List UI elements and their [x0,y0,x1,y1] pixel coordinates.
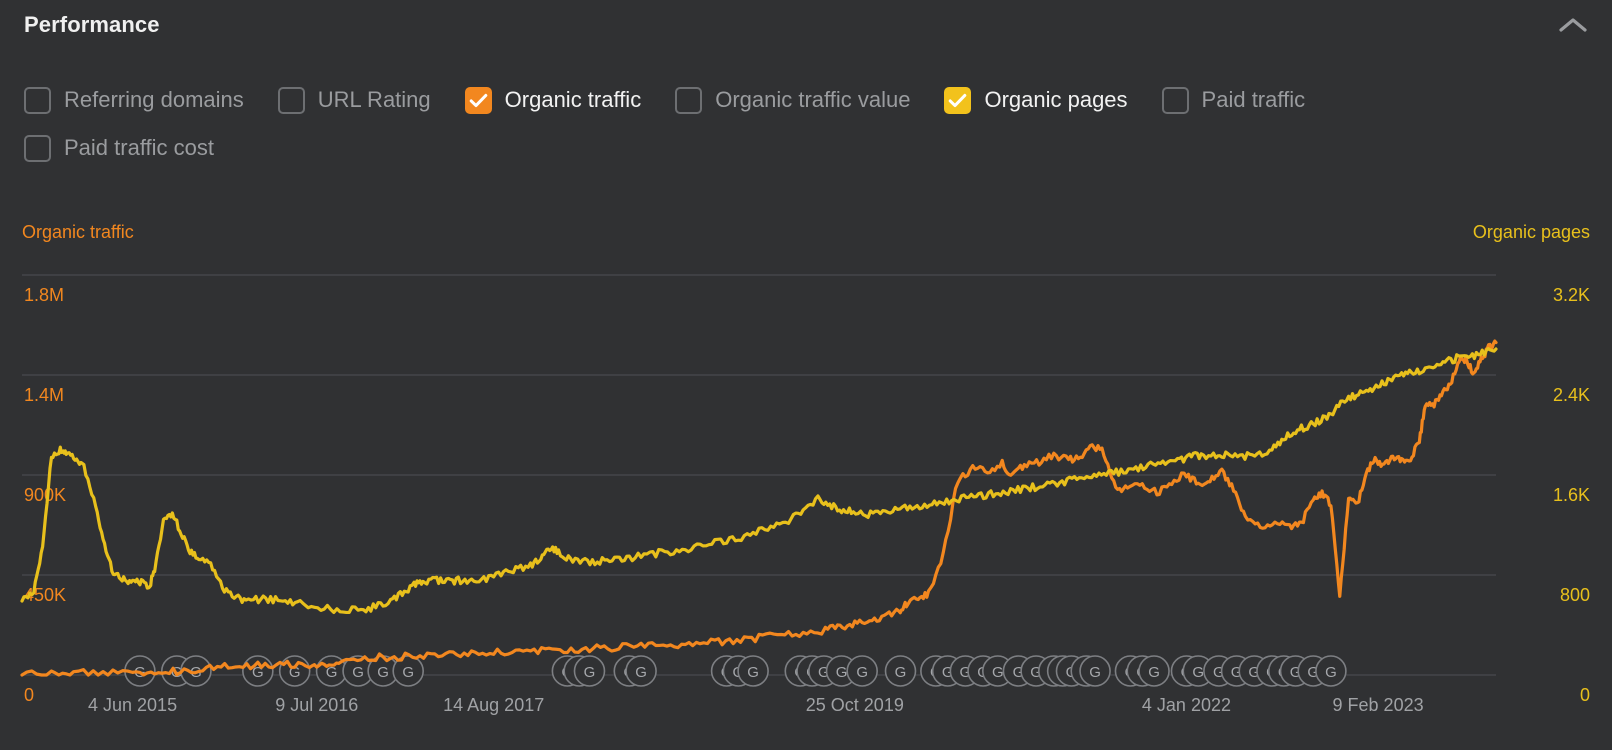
google-update-marker-label: G [836,664,848,681]
google-update-marker-label: G [377,664,389,681]
chevron-up-icon[interactable] [1556,8,1590,42]
metric-toggle-url-rating[interactable]: URL Rating [278,87,431,114]
metric-filter-row: Paid traffic cost [24,124,1524,172]
y-tick-left: 0 [24,685,34,705]
metric-toggle-organic-traffic-value[interactable]: Organic traffic value [675,87,910,114]
google-update-marker-label: G [402,664,414,681]
metric-toggle-label: URL Rating [318,89,431,111]
y-axis-ticks: 00450K800900K1.6K1.4M2.4K1.8M3.2K [24,285,1590,705]
checkbox-empty-icon[interactable] [675,87,702,114]
x-tick-label: 9 Feb 2023 [1333,695,1424,715]
checkbox-empty-icon[interactable] [1162,87,1189,114]
panel-header: Performance [0,0,1612,50]
google-update-marker-label: G [895,664,907,681]
google-update-marker-label: G [992,664,1004,681]
x-tick-label: 14 Aug 2017 [443,695,544,715]
metric-toggle-paid-traffic[interactable]: Paid traffic [1162,87,1306,114]
google-update-marker-label: G [635,664,647,681]
checkbox-empty-icon[interactable] [24,87,51,114]
google-update-marker-label: G [1089,664,1101,681]
google-update-marker-label: G [352,664,364,681]
y-tick-right: 800 [1560,585,1590,605]
metric-filter-group: Referring domains URL Rating Organic traff… [24,76,1524,172]
y-tick-left: 1.8M [24,285,64,305]
y-tick-right: 3.2K [1553,285,1590,305]
y-tick-left: 900K [24,485,66,505]
metric-toggle-organic-pages[interactable]: Organic pages [944,87,1127,114]
right-axis-title: Organic pages [1473,222,1590,243]
performance-panel: Performance Referring domains URL Rating O… [0,0,1612,750]
left-axis-title: Organic traffic [22,222,134,243]
metric-toggle-organic-traffic[interactable]: Organic traffic [465,87,642,114]
google-update-markers: GGGGGGGGGGGGGGGGGGGGGGGGGGGGGGGGGGGGGGGG… [125,656,1346,686]
google-update-marker-label: G [584,664,596,681]
series-line-organic-traffic[interactable] [22,341,1496,675]
x-tick-label: 9 Jul 2016 [275,695,358,715]
x-axis-ticks: 4 Jun 2015 9 Jul 2016 14 Aug 2017 25 Oct 20… [88,695,1424,715]
series-axis-titles: Organic traffic Organic pages [22,222,1590,243]
google-update-marker-label: G [1148,664,1160,681]
google-update-marker-label: G [856,664,868,681]
metric-toggle-label: Paid traffic cost [64,137,214,159]
chart-gridlines [22,275,1496,675]
metric-toggle-label: Referring domains [64,89,244,111]
metric-toggle-label: Organic traffic value [715,89,910,111]
x-tick-label: 4 Jan 2022 [1142,695,1231,715]
google-update-marker-label: G [1325,664,1337,681]
metric-toggle-label: Paid traffic [1202,89,1306,111]
y-tick-right: 1.6K [1553,485,1590,505]
y-tick-right: 2.4K [1553,385,1590,405]
x-tick-label: 25 Oct 2019 [806,695,904,715]
google-update-marker-label: G [747,664,759,681]
x-tick-label: 4 Jun 2015 [88,695,177,715]
page-title: Performance [24,12,160,38]
y-tick-left: 1.4M [24,385,64,405]
metric-toggle-label: Organic traffic [505,89,642,111]
checkbox-checked-icon[interactable] [944,87,971,114]
metric-toggle-paid-traffic-cost[interactable]: Paid traffic cost [24,135,214,162]
y-tick-right: 0 [1580,685,1590,705]
checkbox-checked-icon[interactable] [465,87,492,114]
metric-filter-row: Referring domains URL Rating Organic traff… [24,76,1524,124]
google-update-marker-label: G [1192,664,1204,681]
performance-chart[interactable]: 00450K800900K1.6K1.4M2.4K1.8M3.2K4 Jun 2… [0,258,1612,750]
checkbox-empty-icon[interactable] [278,87,305,114]
checkbox-empty-icon[interactable] [24,135,51,162]
metric-toggle-referring-domains[interactable]: Referring domains [24,87,244,114]
series-line-organic-pages[interactable] [22,349,1496,613]
metric-toggle-label: Organic pages [984,89,1127,111]
